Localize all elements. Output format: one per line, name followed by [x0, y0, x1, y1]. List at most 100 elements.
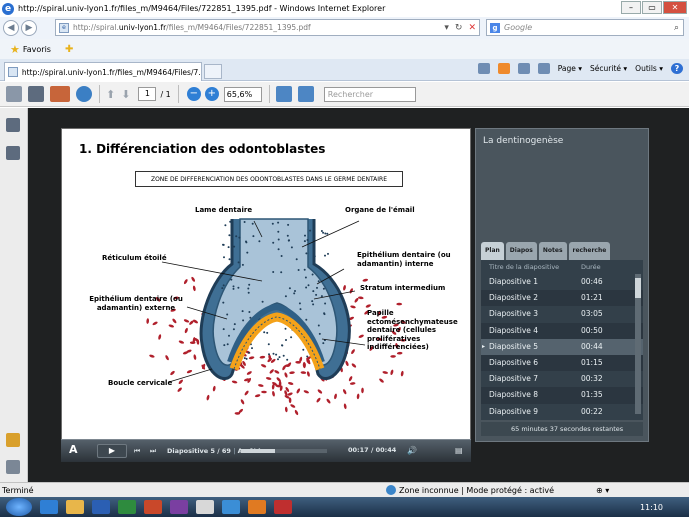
pdf-search-input[interactable]: Rechercher: [323, 86, 416, 102]
favorites-bar: ★ Favoris ✚: [0, 39, 689, 59]
reticulum-cell: [322, 342, 325, 345]
play-button[interactable]: ▶: [97, 444, 127, 458]
print-pdf-icon[interactable]: [6, 86, 22, 102]
tab-diapos[interactable]: Diapos: [505, 242, 537, 260]
mesenchyme-cell: [165, 355, 169, 361]
tab-recherche[interactable]: recherche: [568, 242, 611, 260]
page-menu[interactable]: Page ▾: [558, 64, 582, 73]
mesenchyme-cell: [178, 379, 183, 385]
slide-player-bar: A ▶ ⏮ ⏭ Diapositive 5 / 69 | Arrêtée 00:…: [61, 439, 471, 462]
onenote-taskbar-icon[interactable]: [170, 500, 188, 514]
mesenchyme-cell: [261, 364, 267, 368]
minimize-button[interactable]: –: [621, 1, 641, 14]
reticulum-cell: [307, 284, 310, 287]
reticulum-cell: [243, 221, 246, 223]
save-pdf-icon[interactable]: [28, 86, 44, 102]
comments-panel-icon[interactable]: [6, 433, 20, 447]
forward-button[interactable]: ▶: [21, 20, 37, 36]
reticulum-cell: [277, 248, 280, 251]
next-page-icon[interactable]: ⬇: [121, 88, 130, 101]
reticulum-cell: [233, 245, 236, 248]
favorites-button[interactable]: Favoris: [23, 45, 51, 54]
next-slide-icon[interactable]: ⏭: [147, 444, 159, 458]
mesenchyme-cell: [294, 409, 299, 416]
scrollbar-thumb[interactable]: [635, 278, 641, 298]
mail-icon[interactable]: [517, 63, 530, 74]
acrobat-taskbar-icon[interactable]: [274, 500, 292, 514]
page-number-input[interactable]: 1: [138, 87, 157, 101]
app-taskbar-icon[interactable]: [196, 500, 214, 514]
ie-logo-icon: e: [2, 2, 14, 15]
attachments-panel-icon[interactable]: [6, 146, 20, 160]
reticulum-cell: [277, 230, 280, 233]
address-field[interactable]: e http://spiral.univ-lyon1.fr/files_m/M9…: [55, 19, 480, 36]
add-favorite-icon[interactable]: ✚: [65, 44, 73, 55]
stop-icon[interactable]: ✕: [468, 23, 476, 33]
mesenchyme-cell: [244, 390, 249, 396]
refresh-icon[interactable]: ↻: [455, 23, 463, 33]
tab-plan[interactable]: Plan: [481, 242, 504, 260]
paperclip-icon[interactable]: [6, 460, 20, 474]
progress-bar[interactable]: [241, 449, 327, 453]
slide-list-row[interactable]: Diapositive 7 00:32: [481, 371, 643, 387]
volume-icon[interactable]: 🔊: [407, 446, 417, 455]
reticulum-cell: [286, 234, 289, 237]
help-icon[interactable]: ?: [671, 63, 683, 74]
new-tab-button[interactable]: [204, 64, 222, 79]
acrobat-menu-icon[interactable]: [50, 86, 70, 102]
pages-panel-icon[interactable]: [6, 118, 20, 132]
reticulum-cell: [294, 290, 296, 292]
search-icon[interactable]: ⌕: [674, 23, 679, 33]
notes-toggle-icon[interactable]: ▤: [455, 446, 463, 455]
reticulum-cell: [258, 240, 261, 243]
start-button[interactable]: [6, 498, 32, 516]
print-icon[interactable]: [537, 63, 550, 74]
fit-width-icon[interactable]: [297, 86, 314, 102]
reticulum-cell: [268, 353, 270, 356]
slide-list-row[interactable]: Diapositive 6 01:15: [481, 354, 643, 372]
mesenchyme-cell: [390, 369, 394, 376]
fit-page-icon[interactable]: [275, 86, 292, 102]
zoom-out-icon[interactable]: −: [186, 87, 201, 101]
vlc-taskbar-icon[interactable]: [248, 500, 266, 514]
reticulum-cell: [221, 287, 224, 290]
word-taskbar-icon[interactable]: [92, 500, 110, 514]
slide-list-row[interactable]: ▸ Diapositive 5 00:44: [481, 338, 643, 355]
previous-page-icon[interactable]: ⬆: [106, 88, 115, 101]
feeds-icon[interactable]: [497, 63, 510, 74]
tools-menu[interactable]: Outils ▾: [635, 64, 663, 73]
slide-list-row[interactable]: Diapositive 9 00:22: [481, 404, 643, 420]
excel-taskbar-icon[interactable]: [118, 500, 136, 514]
browser-tab[interactable]: http://spiral.univ-lyon1.fr/files_m/M946…: [4, 62, 202, 81]
zoom-select[interactable]: 65,6%: [223, 86, 262, 102]
ie-taskbar-icon[interactable]: [40, 500, 58, 514]
previous-slide-icon[interactable]: ⏮: [131, 444, 143, 458]
close-button[interactable]: ✕: [663, 1, 687, 14]
app2-taskbar-icon[interactable]: [222, 500, 240, 514]
mesenchyme-cell: [326, 398, 331, 404]
collaborate-icon[interactable]: [76, 86, 92, 102]
slide-list-row[interactable]: Diapositive 4 00:50: [481, 322, 643, 339]
slide-row-duration: 00:22: [581, 406, 603, 416]
reticulum-cell: [232, 328, 235, 331]
slide-list-row[interactable]: Diapositive 1 00:46: [481, 274, 643, 290]
favorites-star-icon[interactable]: ★: [10, 43, 20, 56]
security-menu[interactable]: Sécurité ▾: [590, 64, 627, 73]
zoom-in-icon[interactable]: +: [204, 87, 219, 101]
zoom-level-control[interactable]: ⊕ ▾: [596, 486, 609, 495]
back-button[interactable]: ◀: [3, 20, 19, 36]
mesenchyme-cell: [170, 370, 175, 376]
dropdown-arrow-icon[interactable]: ▾: [444, 23, 449, 33]
explorer-taskbar-icon[interactable]: [66, 500, 84, 514]
search-box[interactable]: g Google ⌕: [486, 19, 684, 36]
home-icon[interactable]: [477, 63, 490, 74]
slide-list-row[interactable]: Diapositive 8 01:35: [481, 387, 643, 404]
slide-list-row[interactable]: Diapositive 3 03:05: [481, 306, 643, 322]
reticulum-cell: [251, 222, 254, 225]
tab-notes[interactable]: Notes: [538, 242, 567, 260]
powerpoint-taskbar-icon[interactable]: [144, 500, 162, 514]
maximize-button[interactable]: ▭: [642, 1, 662, 14]
slide-list-row[interactable]: Diapositive 2 01:21: [481, 290, 643, 307]
col-title-header: Titre de la diapositive: [489, 263, 560, 271]
slide-list-scrollbar[interactable]: [635, 274, 641, 414]
